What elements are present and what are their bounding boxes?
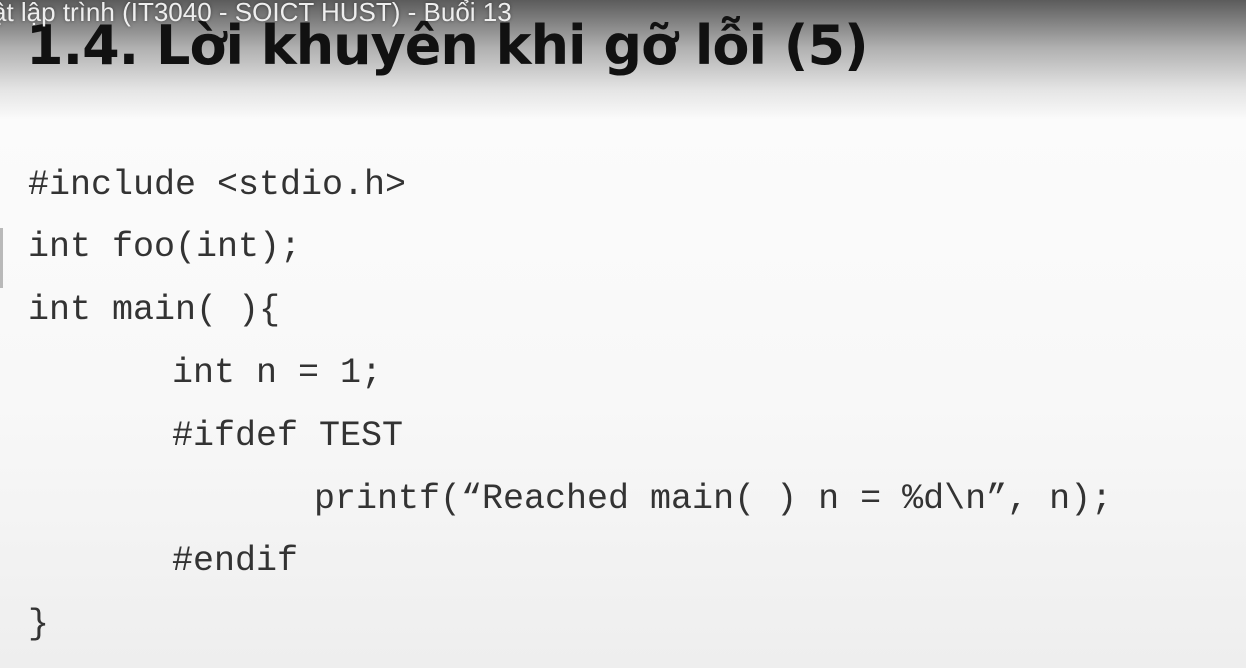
code-line-main-signature: int main( ){ bbox=[28, 290, 281, 330]
code-line-endif: #endif bbox=[172, 541, 299, 581]
code-line-printf: printf(“Reached main( ) n = %d\n”, n); bbox=[314, 479, 1113, 519]
code-line-include: #include <stdio.h> bbox=[28, 165, 407, 205]
code-line-foo-declaration: int foo(int); bbox=[28, 227, 302, 267]
code-line-int-n: int n = 1; bbox=[172, 353, 383, 393]
code-line-ifdef: #ifdef TEST bbox=[172, 416, 404, 456]
video-title[interactable]: ật lập trình (IT3040 - SOICT HUST) - Buổ… bbox=[0, 0, 512, 28]
code-line-closing-brace: } bbox=[28, 604, 50, 644]
slide-left-marker bbox=[0, 228, 3, 288]
video-player[interactable]: ật lập trình (IT3040 - SOICT HUST) - Buổ… bbox=[0, 0, 1246, 668]
